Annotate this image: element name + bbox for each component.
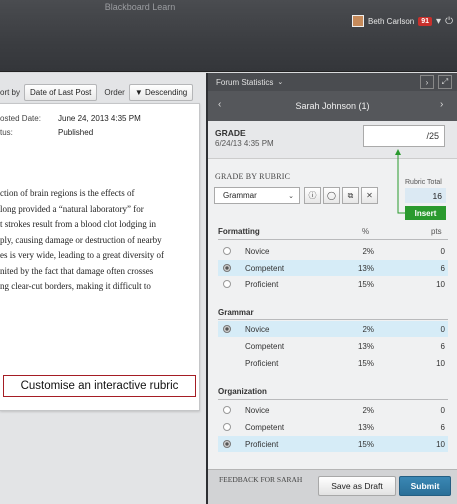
posted-date-label: osted Date: bbox=[0, 114, 41, 123]
feedback-bar: FEEDBACK FOR SARAH Save as Draft Submit bbox=[208, 469, 457, 504]
level-percent: 13% bbox=[357, 342, 374, 351]
level-points: 10 bbox=[436, 359, 445, 368]
level-row-selected[interactable]: Novice 2% 0 bbox=[218, 321, 448, 337]
avatar bbox=[352, 15, 364, 27]
submit-button[interactable]: Submit bbox=[399, 476, 451, 496]
level-radio[interactable] bbox=[223, 280, 231, 288]
app-title: Blackboard Learn bbox=[104, 2, 176, 12]
level-points: 6 bbox=[440, 342, 445, 351]
post-line: ply, causing damage or destruction of ne… bbox=[0, 234, 162, 245]
criterion-name: Formatting bbox=[218, 227, 260, 236]
tutorial-callout: Customise an interactive rubric bbox=[3, 375, 196, 397]
level-percent: 15% bbox=[357, 359, 374, 368]
user-menu[interactable]: Beth Carlson 91 ▾ ⏻ bbox=[352, 13, 453, 29]
pts-header: pts bbox=[431, 227, 442, 236]
post-line: ng clear-cut borders, making it difficul… bbox=[0, 281, 151, 291]
save-draft-button[interactable]: Save as Draft bbox=[318, 476, 396, 496]
discussion-panel: ort by Date of Last Post Order ▼ Descend… bbox=[0, 73, 206, 504]
level-percent: 13% bbox=[357, 423, 374, 432]
rubric-total-label: Rubric Total bbox=[405, 179, 442, 186]
criterion-name: Grammar bbox=[218, 308, 254, 317]
user-name[interactable]: Beth Carlson bbox=[368, 17, 414, 26]
sort-bar: ort by Date of Last Post Order ▼ Descend… bbox=[0, 81, 206, 103]
notification-badge[interactable]: 91 bbox=[418, 16, 433, 26]
status-value: Published bbox=[58, 128, 94, 137]
level-radio[interactable] bbox=[223, 440, 231, 448]
level-row[interactable]: Proficient 15% 10 bbox=[218, 276, 448, 292]
level-name: Novice bbox=[245, 406, 270, 415]
chevron-down-icon: ⌄ bbox=[288, 192, 294, 200]
power-icon[interactable]: ⏻ bbox=[445, 16, 453, 27]
post-line: es is very wide, leading to a great dive… bbox=[0, 250, 164, 260]
level-row-selected[interactable]: Competent 13% 6 bbox=[218, 260, 448, 276]
level-points: 0 bbox=[440, 406, 445, 415]
post-line: long provided a “natural laboratory” for bbox=[0, 203, 144, 214]
post-line: t strokes result from a blood clot lodgi… bbox=[0, 219, 156, 229]
criterion-divider bbox=[218, 399, 448, 400]
grading-panel: Forum Statistics ⌄ › ⤢ ‹ Sarah Johnson (… bbox=[208, 73, 457, 504]
criterion-divider bbox=[218, 239, 448, 240]
level-name: Proficient bbox=[245, 280, 279, 289]
level-name: Competent bbox=[245, 423, 285, 432]
order-button[interactable]: ▼ Descending bbox=[128, 83, 194, 101]
pct-header: % bbox=[362, 227, 370, 236]
level-radio[interactable] bbox=[223, 406, 231, 414]
posted-date-value: June 24, 2013 4:35 PM bbox=[58, 114, 141, 123]
level-radio[interactable] bbox=[223, 264, 231, 272]
comment-icon[interactable]: ◯ bbox=[323, 187, 340, 204]
level-row[interactable]: Competent 13% 6 bbox=[218, 419, 448, 435]
status-label: tus: bbox=[0, 128, 13, 137]
level-name: Competent bbox=[245, 342, 285, 351]
level-points: 0 bbox=[440, 325, 445, 334]
level-percent: 15% bbox=[357, 440, 374, 449]
level-points: 0 bbox=[440, 247, 445, 256]
level-row[interactable]: Competent 13% 6 bbox=[218, 338, 448, 354]
criterion-name: Organization bbox=[218, 387, 267, 396]
level-name: Proficient bbox=[245, 359, 279, 368]
level-name: Competent bbox=[245, 264, 285, 273]
level-radio[interactable] bbox=[223, 325, 231, 333]
level-name: Proficient bbox=[245, 440, 279, 449]
copy-icon[interactable]: ⧉ bbox=[342, 187, 359, 204]
level-radio[interactable] bbox=[223, 423, 231, 431]
level-percent: 2% bbox=[362, 406, 374, 415]
chevron-down-icon[interactable]: ▾ bbox=[436, 16, 441, 27]
insert-button[interactable]: Insert bbox=[405, 206, 446, 220]
level-name: Novice bbox=[245, 247, 270, 256]
level-radio[interactable] bbox=[223, 247, 231, 255]
post-line: ction of brain regions is the effects of bbox=[0, 188, 135, 198]
order-label: Order bbox=[104, 87, 125, 97]
close-icon[interactable]: ✕ bbox=[361, 187, 378, 204]
feedback-label: FEEDBACK FOR SARAH bbox=[219, 475, 303, 484]
rubric-select-value: Grammar bbox=[223, 191, 257, 200]
sort-by-button[interactable]: Date of Last Post bbox=[24, 83, 98, 101]
sort-by-label: ort by bbox=[0, 87, 21, 97]
post-line: nited by the fact that damage often cros… bbox=[0, 265, 154, 276]
post-body: ction of brain regions is the effects of… bbox=[0, 186, 199, 295]
level-points: 6 bbox=[440, 423, 445, 432]
top-bar: Blackboard Learn Beth Carlson 91 ▾ ⏻ bbox=[0, 0, 457, 72]
level-points: 10 bbox=[436, 440, 445, 449]
criterion-divider bbox=[218, 319, 448, 320]
level-name: Novice bbox=[245, 325, 270, 334]
rubric-total: 16 bbox=[405, 188, 446, 203]
level-row-selected[interactable]: Proficient 15% 10 bbox=[218, 436, 448, 452]
level-percent: 2% bbox=[362, 325, 374, 334]
post-card: osted Date: June 24, 2013 4:35 PM tus: P… bbox=[0, 103, 200, 411]
info-icon[interactable]: ⓘ bbox=[304, 187, 321, 204]
level-percent: 15% bbox=[357, 280, 374, 289]
rubric-heading: GRADE BY RUBRIC bbox=[215, 172, 291, 181]
level-points: 6 bbox=[440, 264, 445, 273]
level-row[interactable]: Proficient 15% 10 bbox=[218, 355, 448, 371]
level-row[interactable]: Novice 2% 0 bbox=[218, 402, 448, 418]
level-row[interactable]: Novice 2% 0 bbox=[218, 243, 448, 259]
rubric-select[interactable]: Grammar ⌄ bbox=[214, 187, 300, 204]
level-percent: 13% bbox=[357, 264, 374, 273]
level-points: 10 bbox=[436, 280, 445, 289]
level-percent: 2% bbox=[362, 247, 374, 256]
